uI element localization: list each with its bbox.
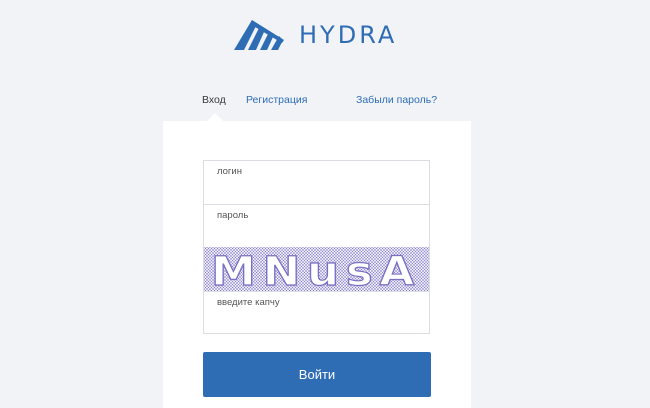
login-page: HYDRA Вход Регистрация Забыли пароль? ло… xyxy=(0,0,650,408)
captcha-image: MNusA xyxy=(204,247,429,291)
active-tab-pointer xyxy=(207,113,223,121)
forgot-password-link[interactable]: Забыли пароль? xyxy=(356,94,437,106)
password-input[interactable] xyxy=(204,205,429,248)
password-field-wrapper: пароль xyxy=(204,205,429,248)
login-button[interactable]: Войти xyxy=(203,352,431,397)
brand-name: HYDRA xyxy=(299,21,398,49)
login-form: логин пароль MNusA введите капчу xyxy=(203,160,430,334)
tab-login[interactable]: Вход xyxy=(202,94,226,106)
tab-register[interactable]: Регистрация xyxy=(246,94,307,106)
login-field-wrapper: логин xyxy=(204,161,429,205)
hydra-logo-icon xyxy=(234,20,284,50)
captcha-input[interactable] xyxy=(204,292,429,334)
captcha-text: MNusA xyxy=(211,249,421,291)
captcha-field-wrapper: введите капчу xyxy=(204,291,429,334)
auth-tabs: Вход Регистрация Забыли пароль? xyxy=(0,94,650,108)
login-input[interactable] xyxy=(204,161,429,204)
brand-logo[interactable]: HYDRA xyxy=(234,18,397,52)
